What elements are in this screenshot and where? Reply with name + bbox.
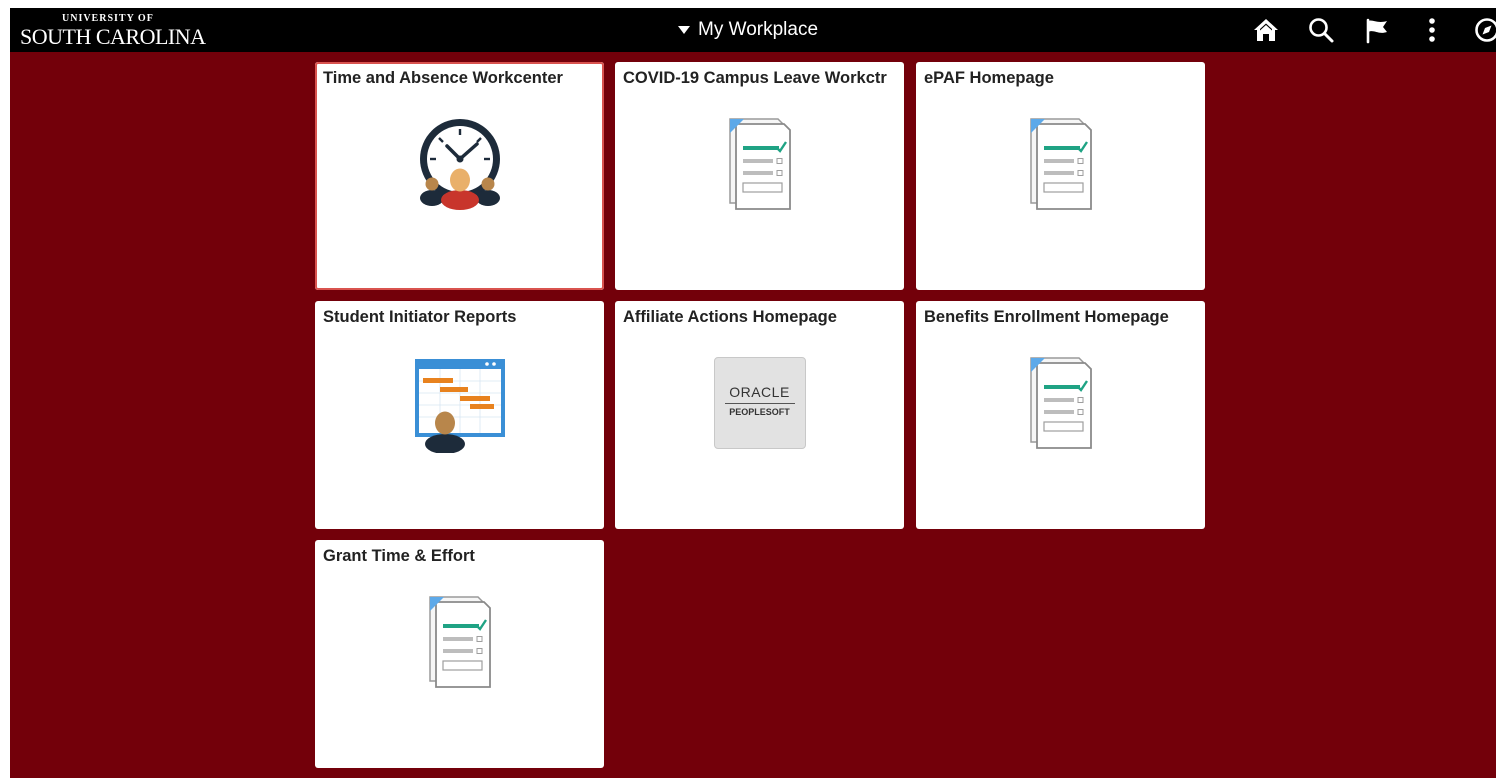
tile-title: Time and Absence Workcenter bbox=[323, 69, 563, 87]
navbar-compass-icon[interactable] bbox=[1469, 12, 1496, 48]
form-document-icon bbox=[1011, 114, 1111, 214]
oracle-logo-subtext: PEOPLESOFT bbox=[729, 407, 790, 417]
logo-top-text: UNIVERSITY OF bbox=[62, 13, 154, 24]
app-frame: UNIVERSITY OF SOUTH CAROLINA My Workplac… bbox=[10, 8, 1496, 778]
tile-student-initiator-reports[interactable]: Student Initiator Reports bbox=[315, 301, 604, 529]
oracle-peoplesoft-logo: ORACLE PEOPLESOFT bbox=[713, 357, 806, 449]
form-document-icon bbox=[1011, 353, 1111, 453]
page-title-dropdown[interactable]: My Workplace bbox=[678, 16, 818, 44]
tile-title: Benefits Enrollment Homepage bbox=[924, 308, 1169, 326]
tile-title: COVID-19 Campus Leave Workctr bbox=[623, 69, 887, 87]
tile-benefits-enrollment-homepage[interactable]: Benefits Enrollment Homepage bbox=[916, 301, 1205, 529]
tile-covid-19-campus-leave-workctr[interactable]: COVID-19 Campus Leave Workctr bbox=[615, 62, 904, 290]
form-document-icon bbox=[710, 114, 810, 214]
home-icon[interactable] bbox=[1248, 12, 1284, 48]
clock-people-icon bbox=[410, 114, 510, 214]
tile-title: ePAF Homepage bbox=[924, 69, 1054, 87]
report-schedule-icon bbox=[410, 353, 510, 454]
oracle-peoplesoft-icon: ORACLE PEOPLESOFT bbox=[710, 353, 810, 453]
tile-time-and-absence-workcenter[interactable]: Time and Absence Workcenter bbox=[315, 62, 604, 290]
tile-title: Student Initiator Reports bbox=[323, 308, 517, 326]
tile-epaf-homepage[interactable]: ePAF Homepage bbox=[916, 62, 1205, 290]
university-logo[interactable]: UNIVERSITY OF SOUTH CAROLINA bbox=[20, 13, 210, 49]
logo-main-text: SOUTH CAROLINA bbox=[20, 24, 206, 49]
form-document-icon bbox=[410, 592, 510, 692]
more-options-icon[interactable] bbox=[1414, 12, 1450, 48]
caret-down-icon bbox=[678, 26, 690, 34]
tile-title: Affiliate Actions Homepage bbox=[623, 308, 837, 326]
search-icon[interactable] bbox=[1303, 12, 1339, 48]
top-navigation-bar: UNIVERSITY OF SOUTH CAROLINA My Workplac… bbox=[10, 8, 1496, 52]
oracle-logo-word: ORACLE bbox=[729, 384, 790, 400]
oracle-logo-divider bbox=[724, 403, 795, 404]
tile-grant-time-and-effort[interactable]: Grant Time & Effort bbox=[315, 540, 604, 768]
tile-affiliate-actions-homepage[interactable]: Affiliate Actions Homepage ORACLE PEOPLE… bbox=[615, 301, 904, 529]
page-title: My Workplace bbox=[698, 19, 819, 40]
tile-title: Grant Time & Effort bbox=[323, 547, 475, 565]
flag-icon[interactable] bbox=[1359, 12, 1395, 48]
